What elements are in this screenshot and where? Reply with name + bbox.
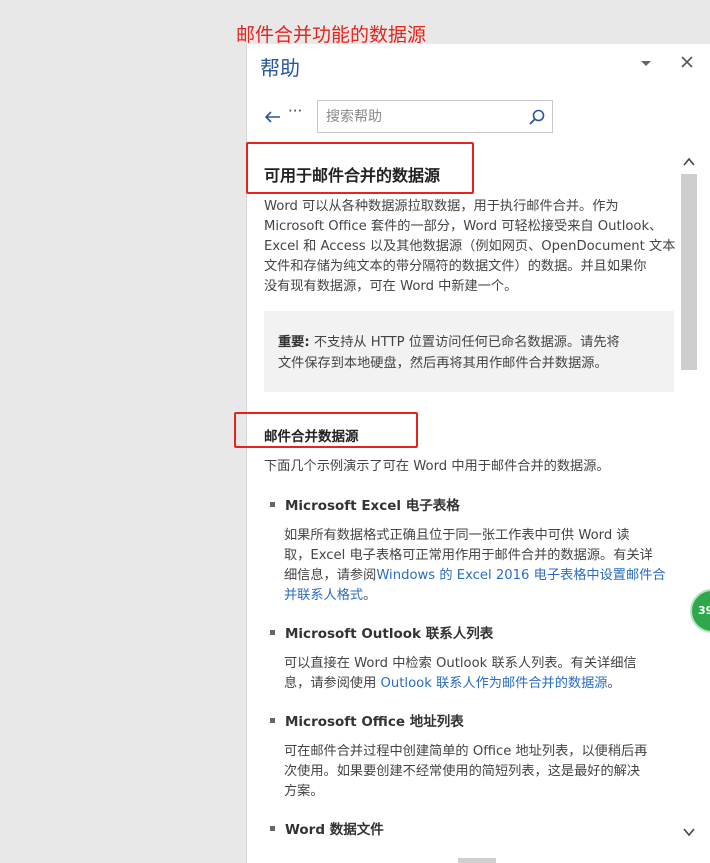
chevron-up-icon xyxy=(683,157,695,166)
annotation-title: 邮件合并功能的数据源 xyxy=(236,24,427,46)
bullet-body-line: 可在邮件合并过程中创建简单的 Office 地址列表，以便稍后再 xyxy=(284,744,648,759)
important-note: 重要: 不支持从 HTTP 位置访问任何已命名数据源。请先将 文件保存到本地硬盘… xyxy=(264,311,674,392)
pane-title: 帮助 xyxy=(260,56,300,80)
bullet-body-line: 方案。 xyxy=(284,784,324,799)
outlook-contacts-link[interactable]: Outlook 联系人作为邮件合并的数据源 xyxy=(381,676,608,691)
text-run: 息，请参阅使用 xyxy=(284,676,381,691)
bullet-title-text: Microsoft Excel 电子表格 xyxy=(285,498,460,514)
search-icon xyxy=(529,109,545,125)
note-line1: 不支持从 HTTP 位置访问任何已命名数据源。请先将 xyxy=(309,335,620,350)
bullet-title: Word 数据文件 xyxy=(270,818,384,838)
help-nav-row: ··· xyxy=(247,100,710,134)
bullet-title-text: Microsoft Office 地址列表 xyxy=(285,714,464,730)
bullet-icon xyxy=(270,501,275,507)
bullet-title: Microsoft Excel 电子表格 xyxy=(270,494,460,514)
bullet-body-line: 可以直接在 Word 中检索 Outlook 联系人列表。有关详细信 xyxy=(284,656,637,671)
bullet-title-text: Word 数据文件 xyxy=(285,822,384,838)
bullet-title-text: Microsoft Outlook 联系人列表 xyxy=(285,626,494,642)
bottom-edge-tab xyxy=(458,858,496,863)
excel-setup-link[interactable]: Windows 的 Excel 2016 电子表格中设置邮件合 xyxy=(376,568,665,583)
intro-line: 文件和存储为纯文本的带分隔符的数据文件）的数据。并且如果你 xyxy=(264,259,647,274)
scroll-down-button[interactable] xyxy=(682,824,696,838)
scroll-up-button[interactable] xyxy=(682,154,696,168)
scroll-thumb[interactable] xyxy=(681,174,697,370)
bullet-title: Microsoft Office 地址列表 xyxy=(270,710,464,730)
intro-line: Microsoft Office 套件的一部分，Word 可轻松接受来自 Out… xyxy=(264,219,663,234)
pane-options-button[interactable] xyxy=(637,54,655,72)
pane-header: 帮助 xyxy=(247,44,710,88)
bullet-body-line: 次使用。如果要创建不经常使用的简短列表，这是最好的解决 xyxy=(284,764,641,779)
text-run: 细信息，请参阅 xyxy=(284,568,377,583)
bullet-icon xyxy=(270,629,275,635)
chevron-down-small-icon xyxy=(683,828,695,837)
note-text: 重要: 不支持从 HTTP 位置访问任何已命名数据源。请先将 文件保存到本地硬盘… xyxy=(278,332,658,374)
article-heading: 可用于邮件合并的数据源 xyxy=(264,166,441,185)
intro-line: Excel 和 Access 以及其他数据源（例如网页、OpenDocument… xyxy=(264,239,676,254)
search-box xyxy=(317,100,553,133)
scrollbar[interactable] xyxy=(679,152,699,844)
intro-line: Word 可以从各种数据源拉取数据，用于执行邮件合并。作为 xyxy=(264,199,619,214)
back-button[interactable] xyxy=(263,108,283,126)
bullet-icon xyxy=(270,825,275,831)
close-button[interactable] xyxy=(677,52,697,72)
text-run: 。 xyxy=(607,676,621,691)
excel-setup-link-cont[interactable]: 并联系人格式 xyxy=(284,588,363,603)
badge-label: 39 xyxy=(698,604,710,617)
section-intro: 下面几个示例演示了可在 Word 中用于邮件合并的数据源。 xyxy=(264,459,610,474)
back-arrow-icon xyxy=(264,111,280,123)
note-label: 重要: xyxy=(278,335,310,350)
bullet-title: Microsoft Outlook 联系人列表 xyxy=(270,622,493,642)
intro-line: 没有现有数据源，可在 Word 中新建一个。 xyxy=(264,279,518,294)
bullet-icon xyxy=(270,717,275,723)
bullet-body-line: 如果所有数据格式正确且位于同一张工作表中可供 Word 读 xyxy=(284,528,630,543)
search-input[interactable] xyxy=(326,106,522,128)
bullet-body-line: 取，Excel 电子表格可正常用作用于邮件合并的数据源。有关详 xyxy=(284,548,653,563)
chevron-down-icon xyxy=(641,61,651,66)
section-heading: 邮件合并数据源 xyxy=(264,429,359,445)
text-run: 。 xyxy=(363,588,377,603)
more-options-button[interactable]: ··· xyxy=(288,102,306,126)
note-line2: 文件保存到本地硬盘，然后再将其用作邮件合并数据源。 xyxy=(278,356,608,371)
bullet-body-line: 细信息，请参阅Windows 的 Excel 2016 电子表格中设置邮件合 xyxy=(284,566,666,586)
bullet-body-line: 并联系人格式。 xyxy=(284,586,376,606)
search-button[interactable] xyxy=(528,108,546,126)
close-icon xyxy=(681,56,693,68)
bullet-body-line: 息，请参阅使用 Outlook 联系人作为邮件合并的数据源。 xyxy=(284,674,621,694)
